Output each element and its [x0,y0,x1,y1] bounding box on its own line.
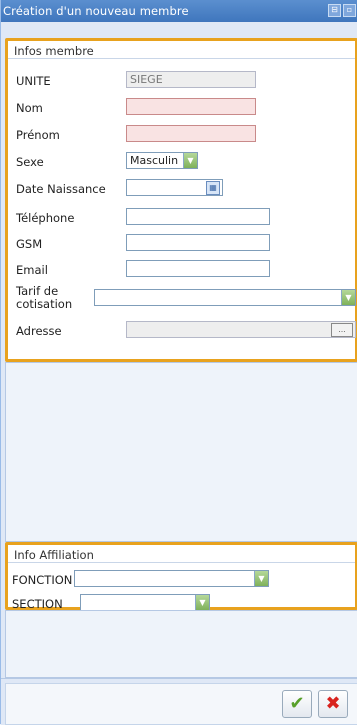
validate-button[interactable]: ✔ [282,690,312,718]
dialog-titlebar[interactable]: Création d'un nouveau membre ⊟ ▫ [1,0,357,22]
footer-toolbar: ✔ ✖ [5,683,357,725]
maximize-icon[interactable]: ▫ [343,4,356,17]
telephone-field[interactable] [126,208,270,225]
sexe-label: Sexe [16,155,44,169]
address-picker-button[interactable]: … [331,323,353,337]
title-tools: ⊟ ▫ [328,4,356,17]
email-label: Email [16,263,48,277]
tarif-label-line2: cotisation [16,297,73,311]
cancel-button[interactable]: ✖ [318,690,348,718]
dialog-title: Création d'un nouveau membre [3,4,189,18]
sexe-select[interactable]: Masculin ▼ [126,152,198,169]
infos-membre-legend: Infos membre [8,41,355,59]
empty-panel [5,362,357,542]
fonction-label: FONCTION [12,573,73,587]
fonction-select[interactable]: ▼ [74,570,269,587]
empty-panel-bottom [5,610,357,678]
chevron-down-icon[interactable]: ▼ [183,153,197,168]
info-affiliation-legend: Info Affiliation [8,545,355,563]
nom-label: Nom [16,101,43,115]
dialog-window: Création d'un nouveau membre ⊟ ▫ Infos m… [0,0,357,725]
gsm-label: GSM [16,237,43,251]
dialog-footer: ✔ ✖ [1,678,357,725]
chevron-down-icon[interactable]: ▼ [254,571,268,586]
tarif-cotisation-select[interactable]: ▼ [94,289,356,306]
sexe-value: Masculin [130,154,179,167]
unite-label: UNITE [16,74,51,88]
nom-field[interactable] [126,98,256,115]
prenom-field[interactable] [126,125,256,142]
date-naissance-field[interactable]: ▦ [126,179,223,196]
unite-field: SIEGE [126,71,256,88]
tarif-label-line1: Tarif de [16,284,59,298]
date-naissance-label: Date Naissance [16,182,106,196]
infos-membre-fieldset: Infos membre UNITE SIEGE Nom Prénom Sexe… [5,38,357,362]
chevron-down-icon[interactable]: ▼ [195,595,209,610]
section-select[interactable]: ▼ [80,594,210,611]
adresse-label: Adresse [16,324,62,338]
prenom-label: Prénom [16,128,60,142]
info-affiliation-fieldset: Info Affiliation FONCTION ▼ SECTION ▼ [5,542,357,611]
collapse-icon[interactable]: ⊟ [328,4,341,17]
section-label: SECTION [12,597,63,611]
telephone-label: Téléphone [16,211,75,225]
adresse-field: … [126,321,356,338]
calendar-icon[interactable]: ▦ [206,181,220,195]
email-field[interactable] [126,260,270,277]
chevron-down-icon[interactable]: ▼ [341,290,355,305]
gsm-field[interactable] [126,234,270,251]
